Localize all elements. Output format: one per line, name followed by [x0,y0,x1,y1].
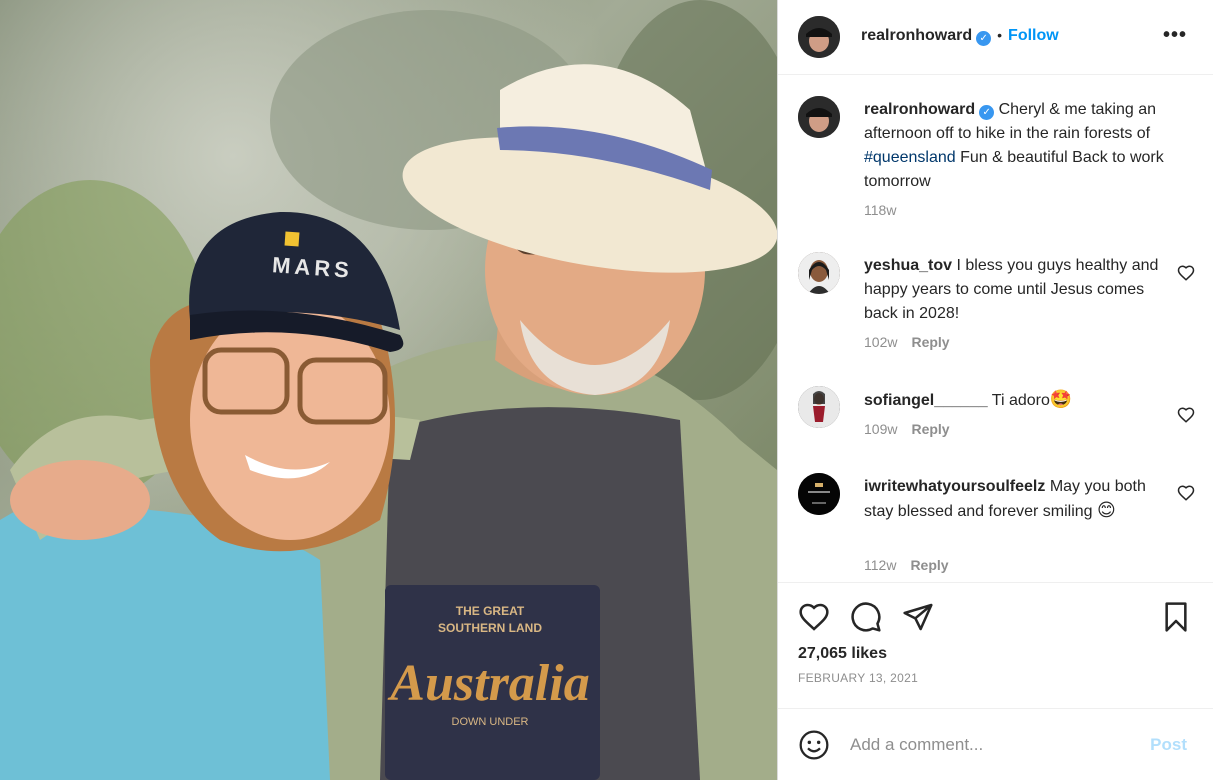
comment-bubble-icon[interactable] [850,601,882,633]
post-details-pane: realronhoward ✓ • Follow ••• realronhoward ✓… [778,0,1213,780]
caption-text: realronhoward ✓ Cheryl & me taking an aft… [864,98,1174,194]
like-heart-icon[interactable] [798,601,830,633]
caption-time[interactable]: 118w [864,202,896,218]
comment-meta: 109w Reply [864,421,950,437]
author-username[interactable]: realronhoward [861,27,972,44]
hashtag-link[interactable]: #queensland [864,149,956,166]
add-comment-input[interactable] [850,731,1120,759]
post-actions: 27,065 likes FEBRUARY 13, 2021 [778,582,1213,708]
shirt-word: Australia [387,655,589,712]
post-comment-button[interactable]: Post [1150,735,1187,755]
post-date[interactable]: FEBRUARY 13, 2021 [798,671,918,685]
separator-dot: • [997,27,1003,43]
commenter-username[interactable]: sofiangel______ [864,392,988,409]
comment-meta: 102w Reply [864,334,950,350]
comments-list[interactable]: realronhoward ✓ Cheryl & me taking an aft… [778,76,1213,581]
likes-count[interactable]: 27,065 likes [798,645,887,663]
star-struck-emoji: 🤩 [1049,389,1073,410]
smiling-emoji: 😊 [1097,500,1116,521]
post-photo[interactable]: THE GREAT SOUTHERN LAND Australia DOWN U… [0,0,777,780]
caption-meta: 118w [864,202,896,218]
verified-badge-icon: ✓ [976,31,992,46]
comment-time[interactable]: 102w [864,334,897,350]
comment-body: iwritewhatyoursoulfeelz May you both sta… [864,475,1174,524]
commenter-avatar[interactable] [798,473,840,515]
emoji-picker-icon[interactable] [798,729,830,761]
more-options-icon[interactable]: ••• [1163,24,1187,47]
comment-text: Ti adoro [991,392,1050,409]
commenter-avatar[interactable] [798,386,840,428]
comment-body: sofiangel______ Ti adoro🤩 [864,388,1174,413]
like-comment-heart-icon[interactable] [1177,264,1195,282]
comment-composer: Post [778,708,1213,780]
caption-username[interactable]: realronhoward [864,101,975,118]
commenter-username[interactable]: yeshua_tov [864,257,952,274]
comment-meta: 112w Reply [864,557,949,573]
follow-button[interactable]: Follow [1008,27,1059,44]
author-avatar[interactable] [798,96,840,138]
save-bookmark-icon[interactable] [1160,601,1192,633]
comment-time[interactable]: 112w [864,557,896,573]
reply-button[interactable]: Reply [911,421,949,437]
commenter-avatar[interactable] [798,252,840,294]
author-avatar[interactable] [798,16,840,58]
share-paper-plane-icon[interactable] [902,601,934,633]
shirt-line1: THE GREAT [456,604,525,618]
reply-button[interactable]: Reply [910,557,948,573]
shirt-line2: SOUTHERN LAND [438,621,542,635]
commenter-username[interactable]: iwritewhatyoursoulfeelz [864,478,1045,495]
comment-time[interactable]: 109w [864,421,897,437]
post-header: realronhoward ✓ • Follow ••• [778,0,1213,75]
like-comment-heart-icon[interactable] [1177,406,1195,424]
reply-button[interactable]: Reply [911,334,949,350]
verified-badge-icon: ✓ [979,105,995,120]
post-image: THE GREAT SOUTHERN LAND Australia DOWN U… [0,0,777,780]
shirt-line3: DOWN UNDER [452,716,529,728]
comment-body: yeshua_tov I bless you guys healthy and … [864,254,1174,326]
like-comment-heart-icon[interactable] [1177,484,1195,502]
